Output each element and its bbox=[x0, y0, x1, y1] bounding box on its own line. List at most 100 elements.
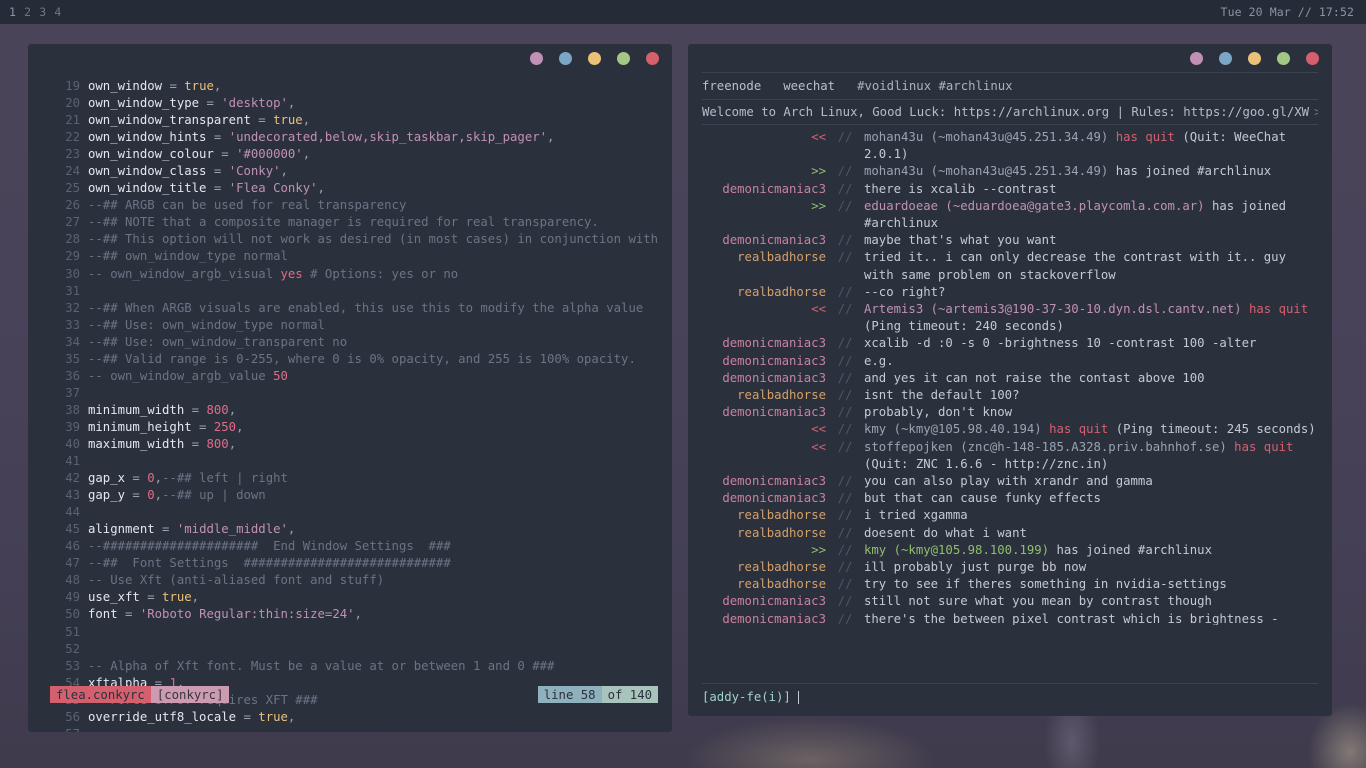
code-line[interactable]: 20 own_window_type = 'desktop', bbox=[50, 95, 672, 112]
code-line[interactable]: 39 minimum_height = 250, bbox=[50, 419, 672, 436]
code-line[interactable]: 57 bbox=[50, 726, 672, 732]
irc-tab-weechat[interactable]: weechat bbox=[783, 79, 835, 93]
line-number: 36 bbox=[65, 368, 80, 383]
chat-segment: has quit bbox=[1049, 422, 1116, 437]
chat-message-text: e.g. bbox=[864, 353, 1318, 370]
code-line[interactable]: 38 minimum_width = 800, bbox=[50, 402, 672, 419]
window-button-yellow-icon[interactable] bbox=[1248, 51, 1261, 65]
code-line[interactable]: 27 --## NOTE that a composite manager is … bbox=[50, 214, 672, 231]
chat-nick[interactable]: demonicmaniac3 bbox=[702, 232, 826, 249]
code-line[interactable]: 47 --## Font Settings ###################… bbox=[50, 555, 672, 572]
chat-segment: has quit bbox=[1234, 439, 1294, 454]
chat-nick[interactable]: demonicmaniac3 bbox=[702, 181, 826, 198]
window-button-red-icon[interactable] bbox=[1306, 51, 1319, 65]
chat-nick[interactable]: >> bbox=[702, 542, 826, 559]
window-button-yellow-icon[interactable] bbox=[588, 51, 601, 65]
code-line[interactable]: 36 -- own_window_argb_value 50 bbox=[50, 368, 672, 385]
chat-nick[interactable]: realbadhorse bbox=[702, 507, 826, 524]
code-line[interactable]: 35 --## Valid range is 0-255, where 0 is … bbox=[50, 351, 672, 368]
workspace-tag-2[interactable]: 2 bbox=[24, 5, 31, 19]
chat-segment: ill probably just purge bb now bbox=[864, 560, 1087, 575]
chat-nick[interactable]: demonicmaniac3 bbox=[702, 370, 826, 387]
chat-nick[interactable]: realbadhorse bbox=[702, 525, 826, 542]
chat-nick[interactable]: << bbox=[702, 421, 826, 438]
irc-input[interactable]: [addy-fe(i)] bbox=[702, 684, 1318, 706]
chat-message-list[interactable]: << // mohan43u (~mohan43u@45.251.34.49) ha… bbox=[702, 125, 1318, 625]
workspace-tag-3[interactable]: 3 bbox=[39, 5, 46, 19]
irc-input-area[interactable]: [addy-fe(i)] bbox=[702, 683, 1318, 706]
chat-nick[interactable]: << bbox=[702, 439, 826, 473]
code-text: --## When ARGB visuals are enabled, this… bbox=[88, 300, 644, 315]
code-line[interactable]: 26 --## ARGB can be used for real transpa… bbox=[50, 197, 672, 214]
code-line[interactable]: 41 bbox=[50, 453, 672, 470]
chat-nick[interactable]: demonicmaniac3 bbox=[702, 353, 826, 370]
code-line[interactable]: 52 bbox=[50, 641, 672, 658]
code-text: minimum_height = 250, bbox=[88, 419, 244, 434]
chat-nick[interactable]: demonicmaniac3 bbox=[702, 473, 826, 490]
line-number: 21 bbox=[65, 113, 80, 128]
irc-buffer-tabs[interactable]: freenode weechat #voidlinux #archlinux bbox=[702, 73, 1318, 99]
code-line[interactable]: 42 gap_x = 0,--## left | right bbox=[50, 470, 672, 487]
chat-nick[interactable]: realbadhorse bbox=[702, 249, 826, 283]
window-button-pink-icon[interactable] bbox=[1190, 51, 1203, 65]
code-line[interactable]: 46 --##################### End Window Set… bbox=[50, 538, 672, 555]
chat-nick[interactable]: realbadhorse bbox=[702, 387, 826, 404]
chat-separator-icon: // bbox=[837, 353, 853, 368]
chat-nick[interactable]: demonicmaniac3 bbox=[702, 611, 826, 625]
code-line[interactable]: 48 -- Use Xft (anti-aliased font and stuf… bbox=[50, 572, 672, 589]
chat-nick[interactable]: demonicmaniac3 bbox=[702, 593, 826, 610]
chat-segment: has quit bbox=[1115, 130, 1183, 144]
code-line[interactable]: 33 --## Use: own_window_type normal bbox=[50, 317, 672, 334]
chat-nick[interactable]: << bbox=[702, 129, 826, 163]
code-line[interactable]: 53 -- Alpha of Xft font. Must be a value … bbox=[50, 658, 672, 675]
code-line[interactable]: 31 bbox=[50, 283, 672, 300]
workspace-tag-1[interactable]: 1 bbox=[9, 5, 16, 19]
code-area[interactable]: 19 own_window = true, 20 own_window_type = … bbox=[28, 78, 672, 732]
code-line[interactable]: 49 use_xft = true, bbox=[50, 589, 672, 606]
window-button-blue-icon[interactable] bbox=[1219, 51, 1232, 65]
chat-nick[interactable]: demonicmaniac3 bbox=[702, 490, 826, 507]
code-line[interactable]: 37 bbox=[50, 385, 672, 402]
chat-nick[interactable]: realbadhorse bbox=[702, 284, 826, 301]
chat-separator-icon: // bbox=[837, 474, 853, 489]
code-line[interactable]: 44 bbox=[50, 504, 672, 521]
editor-body[interactable]: 19 own_window = true, 20 own_window_type = … bbox=[28, 72, 672, 732]
code-line[interactable]: 19 own_window = true, bbox=[50, 78, 672, 95]
chat-nick[interactable]: >> bbox=[702, 163, 826, 180]
code-line[interactable]: 40 maximum_width = 800, bbox=[50, 436, 672, 453]
code-line[interactable]: 24 own_window_class = 'Conky', bbox=[50, 163, 672, 180]
code-text: own_window_hints = 'undecorated,below,sk… bbox=[88, 130, 555, 145]
irc-channel-list[interactable]: #voidlinux #archlinux bbox=[857, 79, 1012, 93]
code-line[interactable]: 23 own_window_colour = '#000000', bbox=[50, 146, 672, 163]
code-line[interactable]: 56 override_utf8_locale = true, bbox=[50, 709, 672, 726]
code-line[interactable]: 43 gap_y = 0,--## up | down bbox=[50, 487, 672, 504]
chat-nick[interactable]: demonicmaniac3 bbox=[702, 335, 826, 352]
chat-nick[interactable]: realbadhorse bbox=[702, 576, 826, 593]
chat-message: << // kmy (~kmy@105.98.40.194) has quit (P… bbox=[702, 421, 1318, 438]
code-line[interactable]: 28 --## This option will not work as desi… bbox=[50, 231, 672, 248]
window-button-green-icon[interactable] bbox=[1277, 51, 1290, 65]
workspace-tag-4[interactable]: 4 bbox=[54, 5, 61, 19]
code-line[interactable]: 32 --## When ARGB visuals are enabled, th… bbox=[50, 300, 672, 317]
irc-client-window[interactable]: freenode weechat #voidlinux #archlinux W… bbox=[688, 44, 1332, 716]
code-text: own_window_colour = '#000000', bbox=[88, 147, 311, 162]
irc-tab-freenode[interactable]: freenode bbox=[702, 79, 761, 93]
window-button-red-icon[interactable] bbox=[646, 51, 659, 65]
code-line[interactable]: 21 own_window_transparent = true, bbox=[50, 112, 672, 129]
code-line[interactable]: 30 -- own_window_argb_visual yes # Option… bbox=[50, 266, 672, 283]
code-line[interactable]: 29 --## own_window_type normal bbox=[50, 248, 672, 265]
code-line[interactable]: 45 alignment = 'middle_middle', bbox=[50, 521, 672, 538]
chat-nick[interactable]: demonicmaniac3 bbox=[702, 404, 826, 421]
chat-nick[interactable]: realbadhorse bbox=[702, 559, 826, 576]
code-line[interactable]: 34 --## Use: own_window_transparent no bbox=[50, 334, 672, 351]
code-line[interactable]: 25 own_window_title = 'Flea Conky', bbox=[50, 180, 672, 197]
chat-nick[interactable]: >> bbox=[702, 198, 826, 232]
window-button-blue-icon[interactable] bbox=[559, 51, 572, 65]
window-button-green-icon[interactable] bbox=[617, 51, 630, 65]
chat-nick[interactable]: << bbox=[702, 301, 826, 335]
code-line[interactable]: 50 font = 'Roboto Regular:thin:size=24', bbox=[50, 606, 672, 623]
text-editor-window[interactable]: 19 own_window = true, 20 own_window_type = … bbox=[28, 44, 672, 732]
code-line[interactable]: 51 bbox=[50, 624, 672, 641]
window-button-pink-icon[interactable] bbox=[530, 51, 543, 65]
code-line[interactable]: 22 own_window_hints = 'undecorated,below,… bbox=[50, 129, 672, 146]
